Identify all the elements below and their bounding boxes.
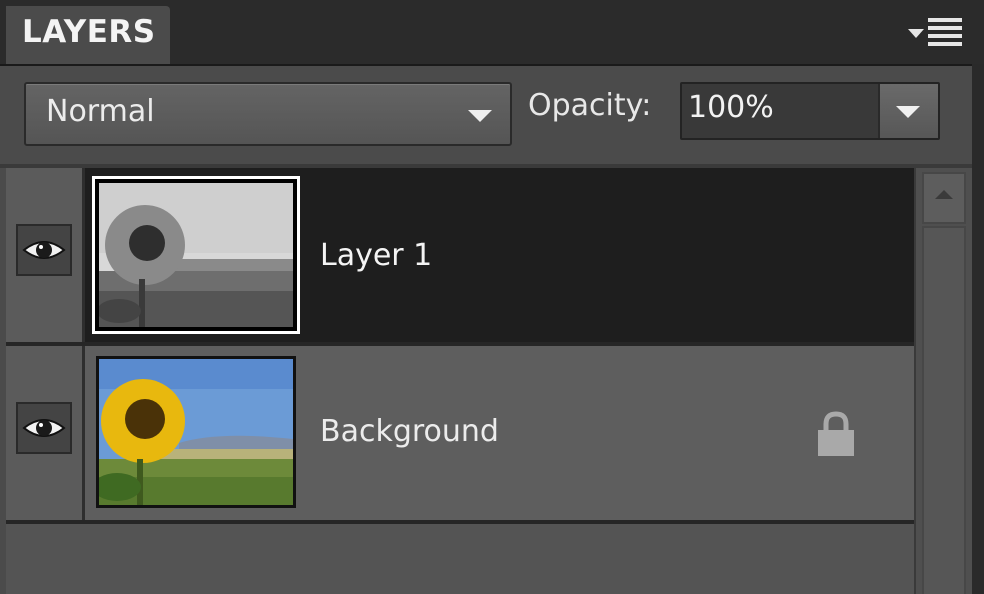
- chevron-up-icon: [935, 190, 953, 199]
- panel-edge: [972, 64, 984, 594]
- opacity-label: Opacity:: [528, 88, 652, 123]
- layers-scrollbar[interactable]: [914, 168, 972, 594]
- layers-list: Layer 1 Background: [6, 168, 914, 594]
- layer-name[interactable]: Layer 1: [320, 236, 432, 276]
- opacity-dropdown-button[interactable]: [878, 84, 938, 138]
- scroll-up-button[interactable]: [922, 172, 966, 224]
- opacity-field[interactable]: 100%: [680, 82, 940, 140]
- panel-menu-icon[interactable]: [906, 18, 964, 50]
- color-sunflower-thumbnail: [99, 359, 293, 505]
- panel-tab-bar: LAYERS: [0, 0, 984, 66]
- visibility-column: [6, 346, 85, 520]
- lock-icon[interactable]: [812, 410, 860, 458]
- blend-mode-dropdown[interactable]: Normal: [24, 82, 512, 146]
- visibility-column: [6, 168, 85, 342]
- layers-panel: LAYERS Normal Opacity: 100% Layer 1 Back…: [0, 0, 984, 594]
- visibility-toggle[interactable]: [16, 224, 72, 276]
- layer-thumbnail: [96, 356, 296, 508]
- layer-thumbnail: [92, 176, 300, 334]
- scroll-track[interactable]: [922, 226, 966, 594]
- eye-icon: [22, 419, 66, 437]
- chevron-down-icon: [896, 106, 920, 118]
- layer-name[interactable]: Background: [320, 412, 499, 452]
- menu-lines-icon: [928, 18, 962, 48]
- blend-mode-value: Normal: [46, 94, 155, 129]
- eye-icon: [22, 241, 66, 259]
- visibility-toggle[interactable]: [16, 402, 72, 454]
- layers-list-empty-area: [6, 524, 914, 594]
- grayscale-sunflower-thumbnail: [99, 183, 293, 327]
- menu-arrow-icon: [908, 29, 924, 38]
- tab-layers[interactable]: LAYERS: [6, 6, 170, 64]
- chevron-down-icon: [468, 110, 492, 122]
- layer-row-layer-1[interactable]: Layer 1: [6, 168, 914, 342]
- opacity-value[interactable]: 100%: [688, 88, 774, 128]
